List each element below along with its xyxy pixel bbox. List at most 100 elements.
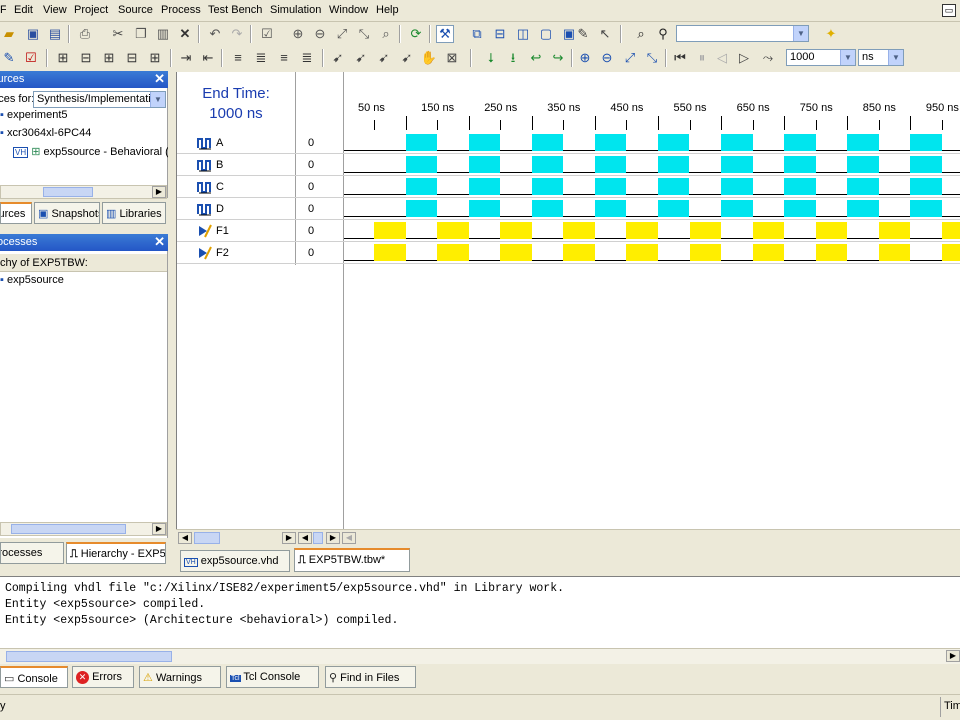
- signal-pulse[interactable]: [689, 244, 722, 261]
- signal-pulse[interactable]: [563, 244, 595, 261]
- hand-icon[interactable]: ✋: [420, 49, 438, 67]
- menu-test-bench[interactable]: Test Bench: [208, 4, 262, 16]
- hierarchy-icon[interactable]: ⊟: [77, 49, 95, 67]
- signal-pulse[interactable]: [910, 156, 942, 173]
- signal-pulse[interactable]: [847, 178, 879, 195]
- zoom-in-icon[interactable]: ⊕: [289, 25, 307, 43]
- tab-hierarchy[interactable]: ⎍ Hierarchy - EXP5TBW: [66, 542, 166, 564]
- signal-pulse[interactable]: [374, 222, 406, 239]
- close-icon[interactable]: ✕: [154, 234, 165, 250]
- signal-pulse[interactable]: [657, 156, 690, 173]
- menu-window[interactable]: Window: [329, 4, 368, 16]
- chevron-down-icon[interactable]: ▼: [840, 50, 855, 65]
- signal-pulse[interactable]: [941, 222, 960, 239]
- edit-icon[interactable]: ✎: [0, 49, 18, 67]
- signal-pulse[interactable]: [910, 134, 942, 151]
- signal-pulse[interactable]: [626, 244, 658, 261]
- find-icon[interactable]: ⌕: [632, 25, 650, 43]
- redo-icon[interactable]: ↷: [228, 25, 246, 43]
- signal-pulse[interactable]: [910, 200, 942, 217]
- open-folder-icon[interactable]: ▰: [0, 25, 18, 43]
- curve-right-icon[interactable]: ↪: [549, 49, 567, 67]
- marker-down-icon[interactable]: ⭣: [482, 49, 500, 67]
- menu-view[interactable]: View: [43, 4, 67, 16]
- menu-help[interactable]: Help: [376, 4, 399, 16]
- curve-left-icon[interactable]: ↩: [527, 49, 545, 67]
- chevron-down-icon[interactable]: ▼: [888, 50, 903, 65]
- scroll-right-button[interactable]: ▶: [946, 650, 960, 662]
- step-forward-icon[interactable]: ▷: [735, 49, 753, 67]
- end-time-value[interactable]: 1000 ns: [177, 104, 295, 124]
- restore-window-button[interactable]: ▭: [942, 4, 956, 17]
- chip-icon[interactable]: ⊞: [54, 49, 72, 67]
- help-pointer-icon[interactable]: ↖: [596, 25, 614, 43]
- signal-pulse[interactable]: [468, 134, 501, 151]
- tab-console[interactable]: ▭ Console: [0, 666, 68, 688]
- tab-exp5source-vhd[interactable]: VH exp5source.vhd: [180, 550, 290, 572]
- signal-pulse[interactable]: [594, 200, 627, 217]
- signal-pulse[interactable]: [721, 156, 753, 173]
- signal-row-d[interactable]: D0: [177, 198, 960, 220]
- signal-pulse[interactable]: [878, 222, 911, 239]
- lightbulb-icon[interactable]: ✦: [822, 25, 840, 43]
- tile-horizontal-icon[interactable]: ⊟: [491, 25, 509, 43]
- tree-item-project[interactable]: ▪ experiment5: [0, 109, 68, 125]
- signal-pulse[interactable]: [500, 222, 532, 239]
- signal-pulse[interactable]: [815, 222, 848, 239]
- signal-pulse[interactable]: [594, 178, 627, 195]
- console-output[interactable]: Compiling vhdl file "c:/Xilinx/ISE82/exp…: [0, 576, 960, 648]
- zoom-full-icon[interactable]: ⤡: [355, 25, 373, 43]
- zoom-in-icon[interactable]: ⊕: [576, 49, 594, 67]
- scroll-right-button[interactable]: ▶: [282, 532, 296, 544]
- zoom-fit-icon[interactable]: ⤢: [621, 49, 639, 67]
- signal-pulse[interactable]: [752, 222, 785, 239]
- console-hscrollbar[interactable]: ▶: [0, 648, 960, 664]
- signal-pulse[interactable]: [784, 156, 816, 173]
- signal-pulse[interactable]: [847, 156, 879, 173]
- zoom-out-icon[interactable]: ⊖: [598, 49, 616, 67]
- signal-pulse[interactable]: [784, 178, 816, 195]
- signal-pulse[interactable]: [847, 200, 879, 217]
- signal-row-b[interactable]: B0: [177, 154, 960, 176]
- tab-exp5tbw[interactable]: ⎍ EXP5TBW.tbw*: [294, 548, 410, 572]
- tab-errors[interactable]: ✕ Errors: [72, 666, 134, 688]
- align-right-icon[interactable]: ≡: [275, 49, 293, 67]
- search-combo[interactable]: ▼: [676, 25, 809, 42]
- scroll-right-button[interactable]: ▶: [152, 523, 166, 535]
- hierarchy-expand-icon[interactable]: ⊞: [100, 49, 118, 67]
- save-icon[interactable]: ▣: [24, 25, 42, 43]
- waveform-hscrollbar[interactable]: ◀ ▶ ◀ ▶ ◀: [176, 529, 960, 545]
- run-back-icon[interactable]: ⏮: [671, 49, 689, 67]
- hierarchy-collapse-icon[interactable]: ⊟: [123, 49, 141, 67]
- signal-row-f2[interactable]: F2 0: [177, 242, 960, 264]
- signal-pulse[interactable]: [815, 244, 848, 261]
- scroll-thumb[interactable]: [194, 532, 220, 544]
- hierarchy-up-icon[interactable]: ⊞: [146, 49, 164, 67]
- signal-pulse[interactable]: [689, 222, 722, 239]
- signal-pulse[interactable]: [910, 178, 942, 195]
- tab-libraries[interactable]: ▥ Libraries: [102, 202, 166, 224]
- zoom-fit-icon[interactable]: ⤢: [333, 25, 351, 43]
- cursor-box-icon[interactable]: ⊠: [443, 49, 461, 67]
- signal-row-c[interactable]: C0: [177, 176, 960, 198]
- delete-icon[interactable]: ✕: [176, 25, 194, 43]
- wrench-icon[interactable]: ✎: [574, 25, 592, 43]
- menu-project[interactable]: Project: [74, 4, 108, 16]
- time-unit-select[interactable]: ns ▼: [858, 49, 904, 66]
- signal-pulse[interactable]: [405, 156, 438, 173]
- check-document-icon[interactable]: ☑: [258, 25, 276, 43]
- run-for-icon[interactable]: ⤳: [759, 49, 777, 67]
- tree-item-exp5source[interactable]: ▪ exp5source: [0, 274, 64, 290]
- signal-pulse[interactable]: [721, 178, 753, 195]
- signal-pulse[interactable]: [374, 244, 406, 261]
- menu-simulation[interactable]: Simulation: [270, 4, 321, 16]
- pause-icon[interactable]: ⏸: [693, 49, 711, 67]
- signal-pulse[interactable]: [563, 222, 595, 239]
- signal-row-f1[interactable]: F1 0: [177, 220, 960, 242]
- signal-pulse[interactable]: [437, 222, 469, 239]
- tab-warnings[interactable]: ⚠ Warnings: [139, 666, 221, 688]
- indent-icon[interactable]: ⇥: [177, 49, 195, 67]
- signal-pulse[interactable]: [721, 134, 753, 151]
- menu-edit[interactable]: Edit: [14, 4, 33, 16]
- signal-row-a[interactable]: A0: [177, 132, 960, 154]
